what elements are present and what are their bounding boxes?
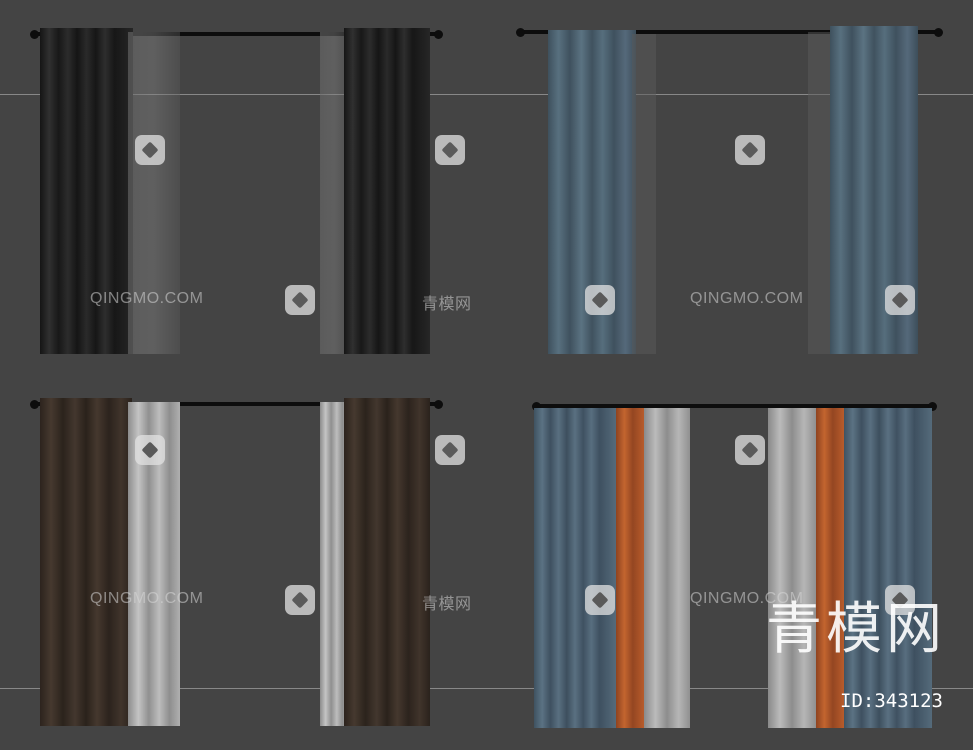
watermark-logo-icon xyxy=(735,135,765,165)
curtain-panel-left xyxy=(534,408,690,728)
watermark-text: QINGMO.COM xyxy=(690,290,804,307)
watermark-logo-icon xyxy=(285,585,315,615)
rod-finial xyxy=(434,400,443,409)
curtain-panel-right xyxy=(320,398,430,726)
watermark-logo-icon xyxy=(585,585,615,615)
rod-finial xyxy=(516,28,525,37)
rod-finial xyxy=(30,400,39,409)
watermark-text-cn: 青模网 xyxy=(422,296,472,313)
watermark-logo-icon xyxy=(435,135,465,165)
watermark-logo-icon xyxy=(135,135,165,165)
watermark-logo-icon xyxy=(435,435,465,465)
curtain-panel-right xyxy=(320,28,430,354)
site-watermark-large: 青模网 xyxy=(766,597,946,662)
watermark-text-cn: 青模网 xyxy=(422,596,472,613)
rod-finial xyxy=(30,30,39,39)
watermark-logo-icon xyxy=(885,285,915,315)
watermark-logo-icon xyxy=(285,285,315,315)
rod-finial xyxy=(934,28,943,37)
watermark-logo-icon xyxy=(735,435,765,465)
rod-finial xyxy=(434,30,443,39)
watermark-logo-icon xyxy=(135,435,165,465)
curtain-panel-right xyxy=(768,408,932,728)
asset-id-label: ID:343123 xyxy=(840,690,943,712)
watermark-text: QINGMO.COM xyxy=(90,290,204,307)
render-viewport: QINGMO.COM QINGMO.COM QINGMO.COM QINGMO.… xyxy=(0,0,973,750)
watermark-text: QINGMO.COM xyxy=(90,590,204,607)
watermark-logo-icon xyxy=(585,285,615,315)
